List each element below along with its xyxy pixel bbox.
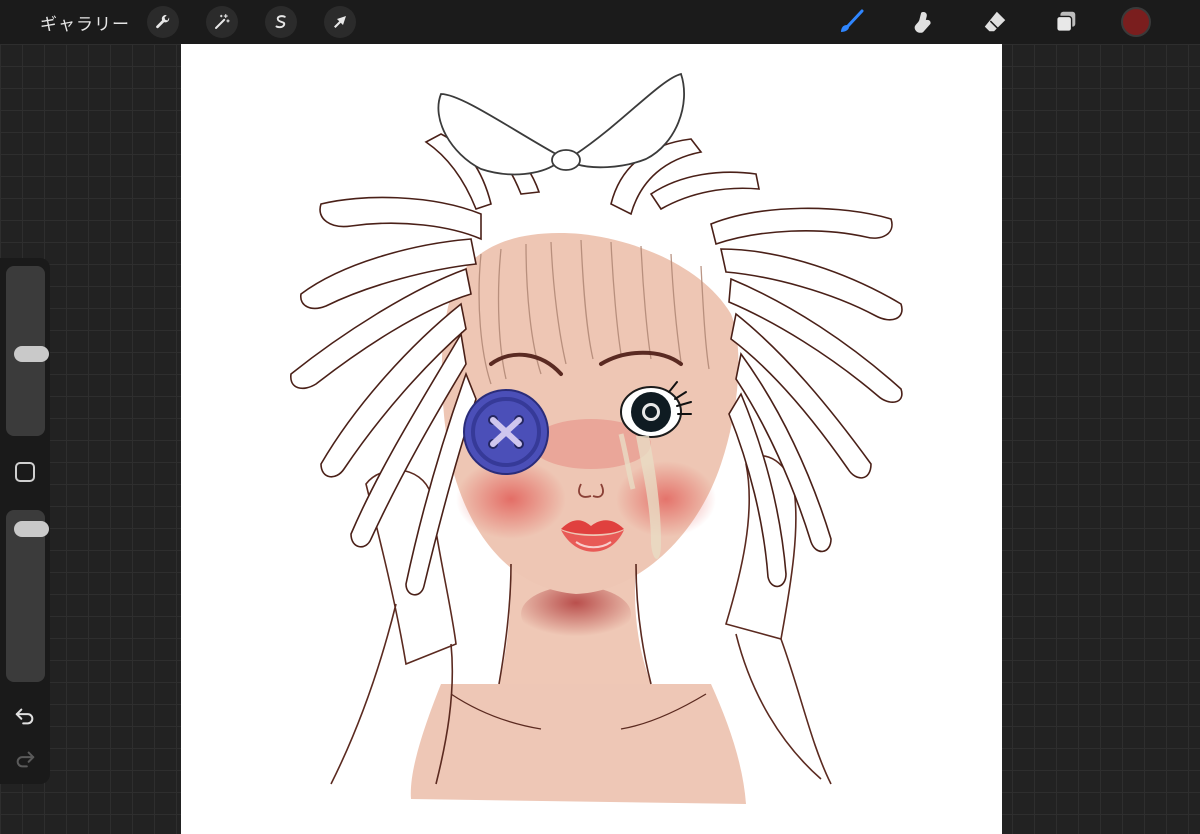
selection-s-icon <box>275 15 286 29</box>
drawing-canvas[interactable] <box>181 44 1002 834</box>
smudge-tool[interactable] <box>907 6 939 38</box>
adjustments-button[interactable] <box>206 6 238 38</box>
magic-wand-icon <box>215 13 230 29</box>
transform-button[interactable] <box>324 6 356 38</box>
wrench-icon <box>156 15 170 29</box>
actions-button[interactable] <box>147 6 179 38</box>
artwork-illustration <box>290 72 903 804</box>
arrow-cursor-icon <box>334 16 346 28</box>
layers-icon <box>1056 11 1076 32</box>
layers-button[interactable] <box>1050 6 1082 38</box>
eraser-tool[interactable] <box>979 6 1011 38</box>
left-sidebar <box>0 258 50 784</box>
redo-button[interactable] <box>12 746 38 772</box>
brush-size-thumb[interactable] <box>14 346 49 362</box>
opacity-slider[interactable] <box>6 510 49 682</box>
brush-icon <box>841 9 864 32</box>
selection-button[interactable] <box>265 6 297 38</box>
undo-icon <box>15 708 34 725</box>
smudge-icon <box>914 11 931 33</box>
redo-icon <box>16 751 35 768</box>
modify-button[interactable] <box>15 462 35 482</box>
brush-size-slider[interactable] <box>6 266 49 436</box>
color-picker-button[interactable] <box>1121 7 1151 37</box>
brush-tool[interactable] <box>835 6 867 38</box>
opacity-thumb[interactable] <box>14 521 49 538</box>
eraser-icon <box>984 11 1006 32</box>
undo-button[interactable] <box>12 703 38 729</box>
gallery-button[interactable]: ギャラリー <box>40 10 130 35</box>
top-toolbar: ギャラリー <box>0 0 1200 44</box>
